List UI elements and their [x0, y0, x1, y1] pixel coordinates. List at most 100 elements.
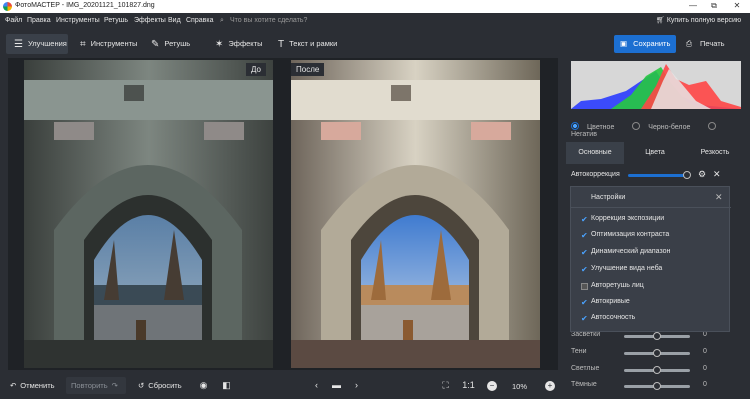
- search-icon: ⌕: [220, 17, 224, 24]
- window-title: ФотоМАСТЕР - IMG_20201121_101827.dng: [15, 2, 155, 9]
- option-contrast[interactable]: ✔ Оптимизация контраста: [581, 231, 670, 240]
- title-bar: ФотоМАСТЕР - IMG_20201121_101827.dng — ⧉…: [0, 0, 750, 13]
- option-autocurves[interactable]: ✔ Автокривые: [581, 298, 630, 307]
- mode-bw[interactable]: Черно-белое: [632, 122, 698, 131]
- bottom-bar: ↶ Отменить Повторить ↷ ↺ Сбросить ◉ ◧ ‹ ▬ ›…: [0, 372, 564, 399]
- print-button[interactable]: ⎙ Печать: [682, 35, 746, 53]
- check-icon: ✔: [581, 298, 588, 307]
- brush-icon: ✎: [151, 39, 160, 50]
- save-button[interactable]: ▣ Сохранить: [614, 35, 676, 53]
- autocorrect-slider[interactable]: [628, 174, 688, 177]
- slider-lights-value: 0: [703, 365, 707, 372]
- tab-label: Текст и рамки: [289, 39, 338, 48]
- crop-icon: ⌗: [80, 39, 86, 50]
- option-label: Улучшение вида неба: [591, 265, 663, 272]
- actual-size-button[interactable]: 1:1: [461, 378, 476, 393]
- search-box[interactable]: ⌕ Что вы хотите сделать?: [220, 15, 370, 27]
- tab-colors[interactable]: Цвета: [626, 142, 684, 164]
- slider-darks-label: Тёмные: [571, 381, 597, 388]
- fit-screen-icon[interactable]: ⛶: [438, 378, 453, 393]
- option-dynamic-range[interactable]: ✔ Динамический диапазон: [581, 248, 670, 257]
- tab-basic[interactable]: Основные: [566, 142, 624, 164]
- eye-icon[interactable]: ◉: [196, 378, 211, 393]
- mode-color[interactable]: Цветное: [571, 122, 622, 131]
- floppy-icon: ▣: [620, 39, 628, 48]
- menu-file[interactable]: Файл: [5, 17, 22, 24]
- save-label: Сохранить: [633, 39, 671, 48]
- option-label: Оптимизация контраста: [591, 231, 670, 238]
- mode-label: Негатив: [571, 131, 597, 138]
- zoom-in-icon[interactable]: +: [545, 381, 555, 391]
- settings-popup: Настройки ✕ ✔ Коррекция экспозиции ✔ Оптим…: [570, 186, 731, 332]
- radio-selected-icon: [571, 122, 579, 130]
- option-autovibrance[interactable]: ✔ Автосочность: [581, 314, 635, 323]
- check-icon: ✔: [581, 231, 588, 240]
- close-icon[interactable]: ✕: [715, 192, 723, 203]
- zoom-level: 10%: [512, 382, 528, 391]
- close-button[interactable]: ✕: [727, 0, 747, 13]
- compare-icon[interactable]: ◧: [219, 378, 234, 393]
- before-label: До: [246, 63, 266, 76]
- check-icon: ✔: [581, 314, 588, 323]
- app-logo-icon: [3, 2, 12, 11]
- option-face-retouch[interactable]: Авторетушь лиц: [581, 282, 644, 290]
- menu-help[interactable]: Справка: [186, 17, 213, 24]
- menu-retouch[interactable]: Ретушь: [104, 17, 128, 24]
- maximize-button[interactable]: ⧉: [704, 0, 724, 13]
- option-label: Коррекция экспозиции: [591, 215, 665, 222]
- zoom-out-icon[interactable]: −: [487, 381, 497, 391]
- next-icon[interactable]: ›: [349, 378, 364, 393]
- undo-label: Отменить: [20, 381, 55, 390]
- menu-view[interactable]: Вид: [168, 17, 181, 24]
- folder-icon[interactable]: ▬: [329, 378, 344, 393]
- slider-highlights-value: 0: [703, 331, 707, 338]
- menu-edit[interactable]: Правка: [27, 17, 51, 24]
- option-exposure[interactable]: ✔ Коррекция экспозиции: [581, 215, 665, 224]
- tab-enhance[interactable]: ☰ Улучшения: [6, 34, 68, 54]
- gear-icon[interactable]: ⚙: [698, 169, 706, 180]
- menu-effects[interactable]: Эффекты: [134, 17, 166, 24]
- tab-effects[interactable]: ✶ Эффекты: [207, 34, 267, 54]
- slider-darks-knob[interactable]: [653, 382, 661, 390]
- buy-link[interactable]: 🛒︎ Купить полную версию: [656, 16, 741, 24]
- tab-label: Эффекты: [228, 39, 263, 48]
- divider: [571, 207, 731, 208]
- autocorrect-knob[interactable]: [683, 171, 691, 179]
- sliders-icon: ☰: [14, 39, 23, 50]
- reset-button[interactable]: ↺ Сбросить: [134, 377, 186, 394]
- option-sky[interactable]: ✔ Улучшение вида неба: [581, 265, 663, 274]
- undo-icon: ↶: [10, 381, 17, 390]
- close-icon[interactable]: ✕: [713, 169, 721, 180]
- option-label: Автокривые: [591, 298, 630, 305]
- menu-tools[interactable]: Инструменты: [56, 17, 100, 24]
- radio-icon: [708, 122, 717, 130]
- checkbox-empty-icon: [581, 283, 588, 290]
- redo-button[interactable]: Повторить ↷: [66, 377, 126, 394]
- undo-button[interactable]: ↶ Отменить: [6, 377, 61, 394]
- slider-highlights-knob[interactable]: [653, 332, 661, 340]
- image-stage: До После: [8, 58, 558, 370]
- tab-tools[interactable]: ⌗ Инструменты: [72, 34, 138, 54]
- after-label: После: [291, 63, 325, 76]
- slider-highlights-label: Засветки: [571, 331, 601, 338]
- photo-after: [291, 60, 540, 368]
- slider-shadows-knob[interactable]: [653, 349, 661, 357]
- tab-label: Инструменты: [90, 39, 138, 48]
- menu-bar: Файл Правка Инструменты Ретушь Эффекты В…: [0, 13, 750, 29]
- printer-icon: ⎙: [686, 39, 692, 48]
- settings-title: Настройки: [591, 194, 626, 201]
- prev-icon[interactable]: ‹: [309, 378, 324, 393]
- tab-retouch[interactable]: ✎ Ретушь: [143, 34, 198, 54]
- tab-sharpness[interactable]: Резкость: [686, 142, 744, 164]
- radio-icon: [632, 122, 641, 130]
- slider-darks-value: 0: [703, 381, 707, 388]
- text-icon: T: [278, 39, 285, 50]
- slider-lights-label: Светлые: [571, 365, 600, 372]
- slider-shadows-label: Тени: [571, 348, 587, 355]
- minimize-button[interactable]: —: [683, 0, 703, 13]
- tab-text-frames[interactable]: T Текст и рамки: [270, 34, 345, 54]
- slider-lights-knob[interactable]: [653, 366, 661, 374]
- panel-tabs: Основные Цвета Резкость: [564, 142, 750, 164]
- check-icon: ✔: [581, 215, 588, 224]
- cart-icon: 🛒︎: [656, 17, 665, 24]
